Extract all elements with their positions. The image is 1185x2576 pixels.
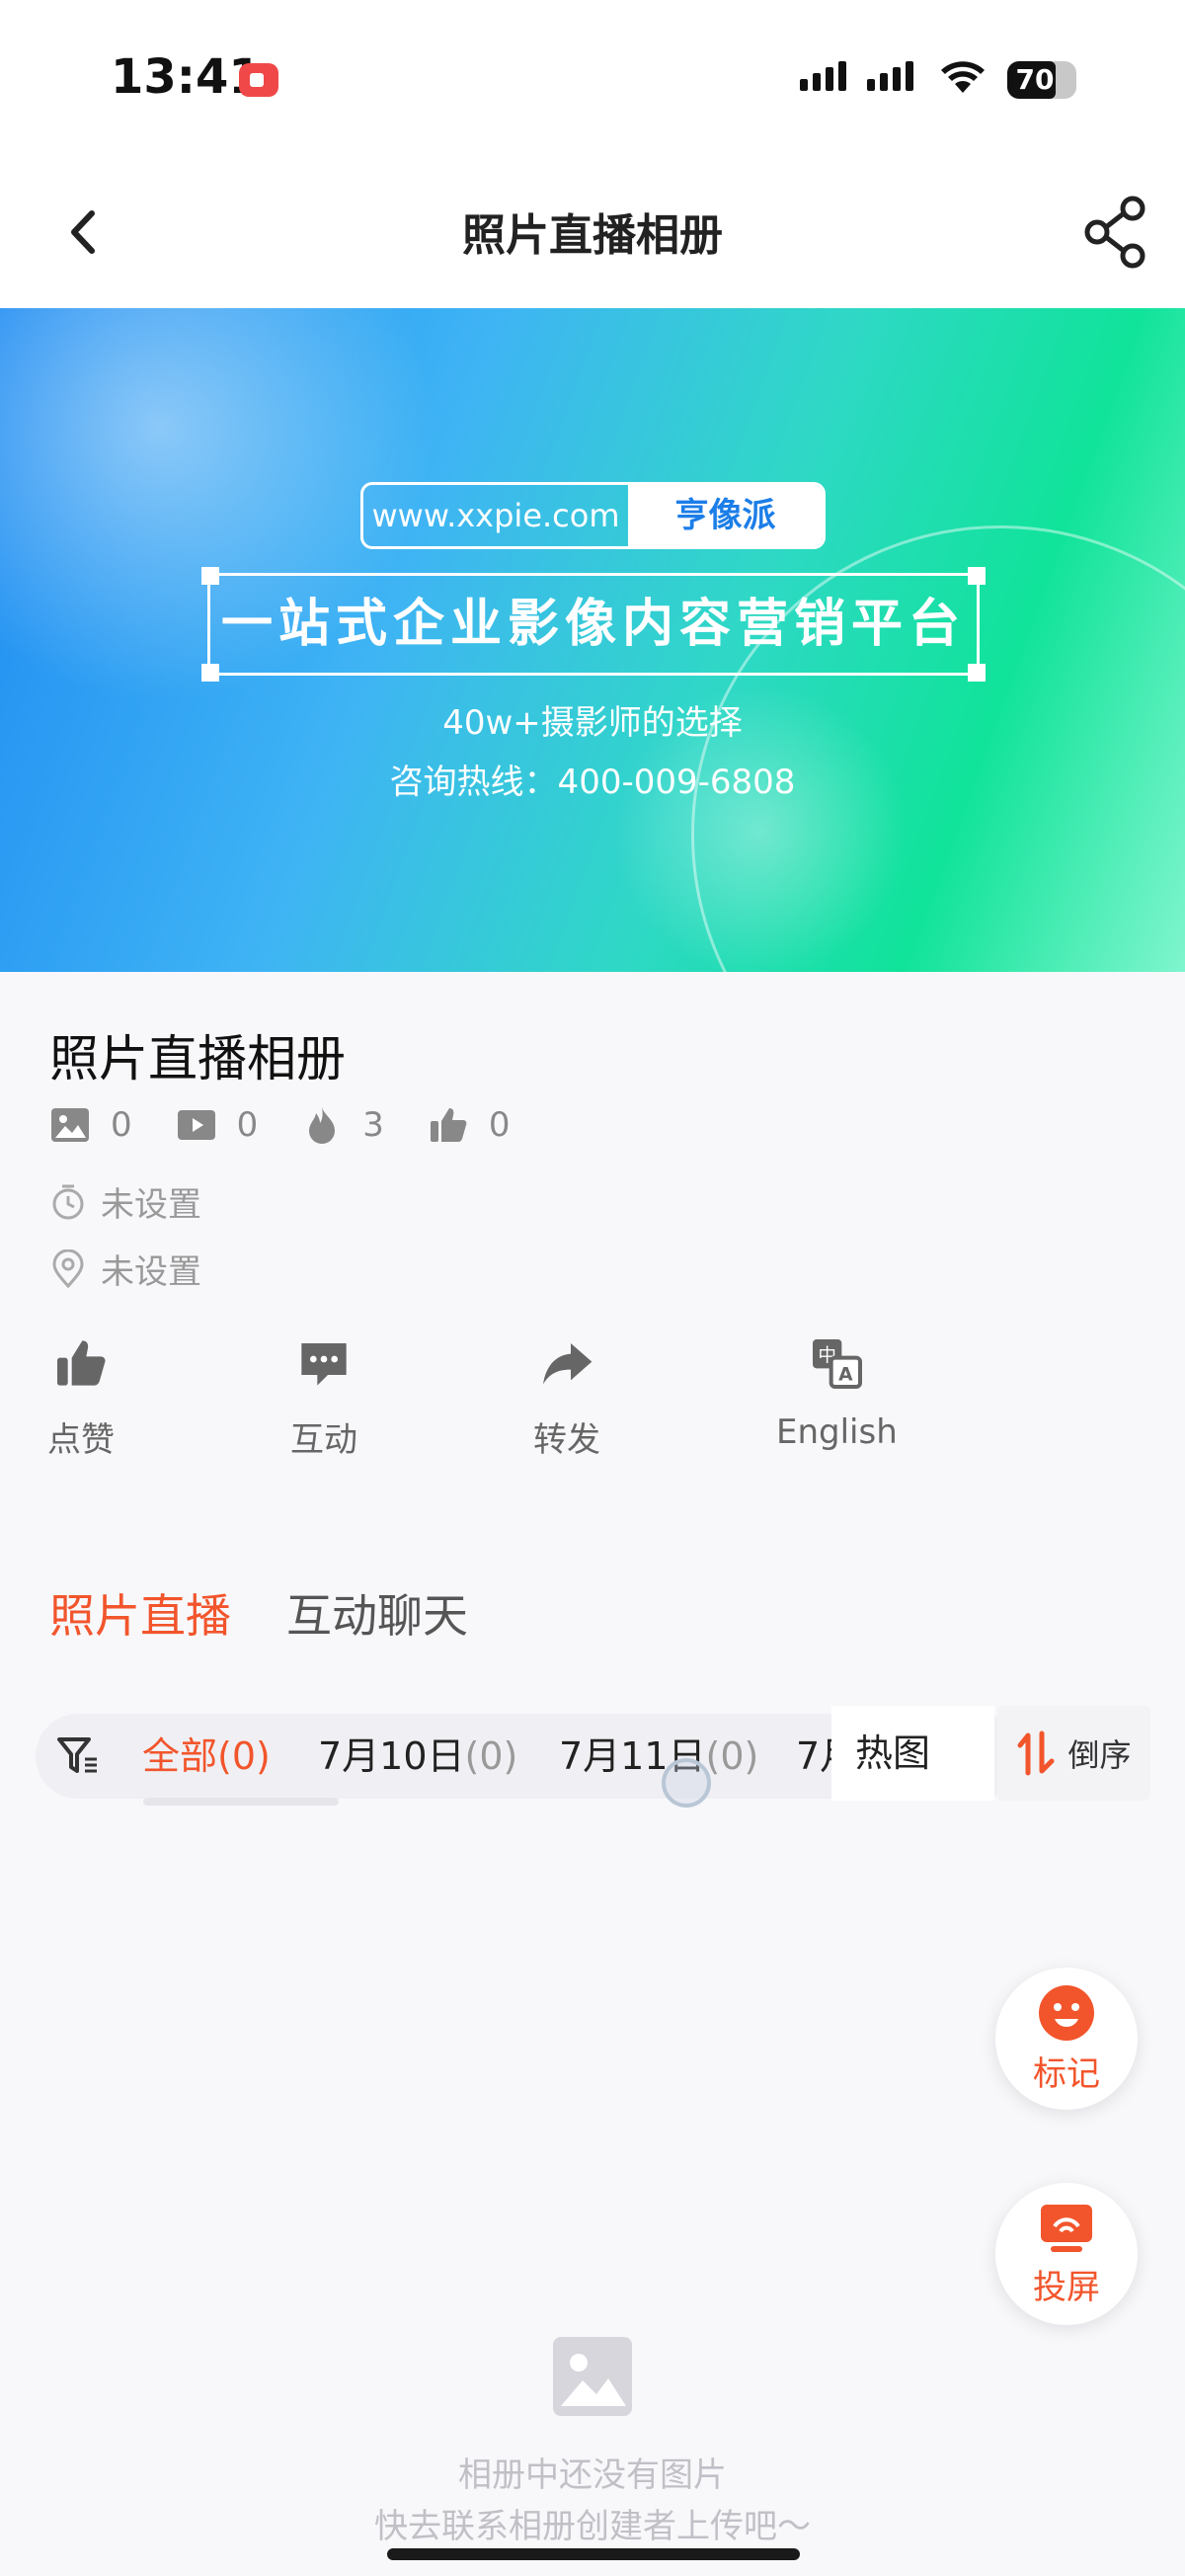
date-chip-all[interactable]: 全部(0) xyxy=(142,1714,271,1799)
video-count: 0 xyxy=(176,1104,258,1146)
banner-url-box: www.xxpie.com 亨像派 xyxy=(360,482,826,549)
banner-line-1: 40w+摄影师的选择 xyxy=(442,703,743,743)
tab-photo-live[interactable]: 照片直播 xyxy=(49,1580,231,1646)
album-location-row: 未设置 xyxy=(49,1245,201,1293)
interact-button[interactable]: 互动 xyxy=(290,1335,357,1461)
banner-hotline: 咨询热线：400-009-6808 xyxy=(389,763,796,802)
video-icon xyxy=(177,1110,215,1140)
home-indicator[interactable] xyxy=(387,2548,800,2560)
album-banner[interactable]: www.xxpie.com 亨像派 一站式企业影像内容营销平台 40w+摄影师的… xyxy=(0,308,1185,972)
english-toggle-button[interactable]: 中 A English xyxy=(776,1335,898,1452)
timer-icon xyxy=(52,1184,84,1219)
wifi-icon xyxy=(941,61,985,93)
like-button[interactable]: 点赞 xyxy=(47,1335,115,1461)
mark-fab-button[interactable]: 标记 xyxy=(995,1968,1138,2110)
tab-interactive-chat[interactable]: 互动聊天 xyxy=(286,1580,468,1646)
banner-url: www.xxpie.com xyxy=(371,497,620,534)
banner-slogan-box: 一站式企业影像内容营销平台 xyxy=(201,567,986,682)
date-chip-jul-10[interactable]: 7月10日(0) xyxy=(318,1714,517,1799)
page-title: 照片直播相册 xyxy=(462,210,723,261)
action-row: 点赞 互动 转发 中 A English xyxy=(0,1335,1185,1474)
sort-order-button[interactable]: 倒序 xyxy=(997,1706,1150,1801)
forward-arrow-icon xyxy=(543,1343,592,1385)
translate-icon: 中 A xyxy=(813,1339,863,1389)
photo-count: 0 xyxy=(49,1104,132,1146)
album-title: 照片直播相册 xyxy=(49,1030,346,1087)
banner-brand-logo: 亨像派 xyxy=(628,485,823,546)
filter-icon[interactable] xyxy=(55,1733,101,1779)
svg-text:A: A xyxy=(838,1364,853,1385)
hot-count: 3 xyxy=(301,1104,384,1146)
share-icon[interactable] xyxy=(1081,193,1150,272)
location-pin-icon xyxy=(52,1248,84,1288)
banner-slogan: 一站式企业影像内容营销平台 xyxy=(220,595,966,654)
status-bar: 13:41 70 xyxy=(0,0,1185,158)
album-time: 未设置 xyxy=(101,1185,201,1225)
album-stats: 0 0 3 0 xyxy=(49,1104,554,1146)
nav-bar: 照片直播相册 xyxy=(0,158,1185,308)
screen-record-icon xyxy=(239,63,278,97)
empty-image-icon xyxy=(553,2337,632,2416)
battery-level: 70 xyxy=(1015,63,1055,96)
chip-scroll-indicator xyxy=(143,1798,339,1806)
album-location: 未设置 xyxy=(101,1252,201,1292)
sort-icon xyxy=(1017,1731,1055,1776)
thumbs-up-icon xyxy=(57,1340,106,1386)
date-chip-jul-11[interactable]: 7月11日(0) xyxy=(559,1714,758,1799)
like-count: 0 xyxy=(428,1104,511,1146)
album-time-row: 未设置 xyxy=(49,1177,201,1226)
loading-spinner xyxy=(662,1758,711,1808)
empty-message: 相册中还没有图片 xyxy=(458,2455,727,2495)
battery-icon: 70 xyxy=(1007,61,1076,99)
cast-screen-icon xyxy=(1041,2204,1092,2252)
chat-bubble-icon xyxy=(301,1343,347,1386)
thumbs-up-icon xyxy=(430,1108,467,1142)
forward-button[interactable]: 转发 xyxy=(533,1335,600,1461)
empty-hint: 快去联系相册创建者上传吧～ xyxy=(374,2507,811,2546)
hot-photos-button[interactable]: 热图 xyxy=(831,1706,994,1801)
cellular-signal-icon xyxy=(800,61,846,91)
cellular-signal-2-icon xyxy=(867,61,913,91)
image-icon xyxy=(51,1108,89,1142)
cast-screen-fab-button[interactable]: 投屏 xyxy=(995,2183,1138,2325)
smiley-icon xyxy=(1039,1984,1094,2041)
flame-icon xyxy=(309,1107,336,1144)
